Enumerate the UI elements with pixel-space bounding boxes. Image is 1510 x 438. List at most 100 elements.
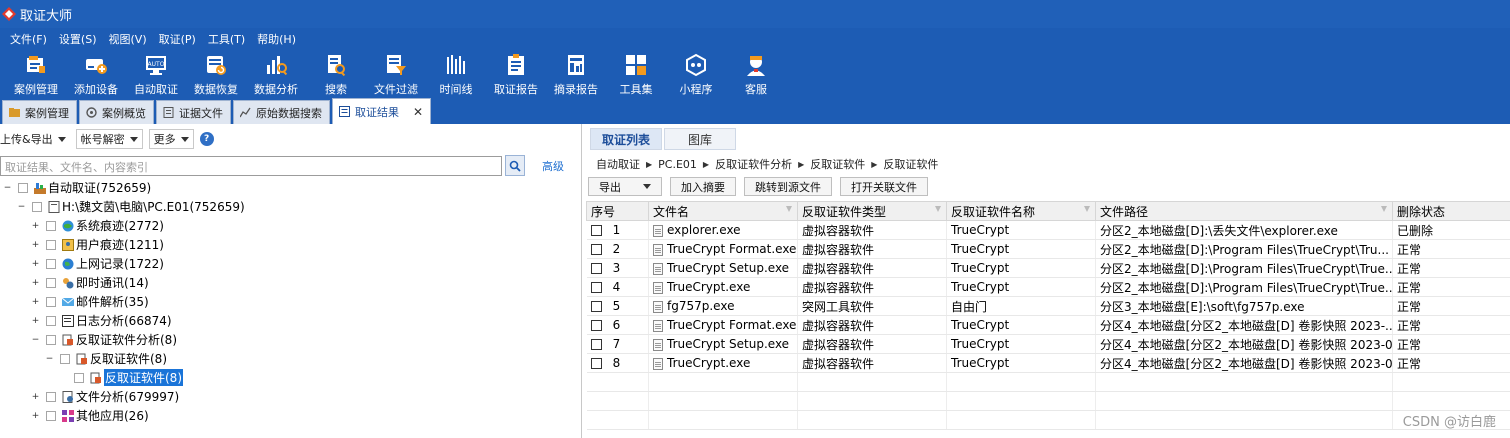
add-summary-button[interactable]: 加入摘要 xyxy=(670,177,736,196)
tab-case-overview[interactable]: 案例概览 xyxy=(79,100,154,124)
menu-help[interactable]: 帮助(H) xyxy=(251,31,302,47)
auto-forensics-button[interactable]: AUTO 自动取证 xyxy=(126,50,186,98)
table-row[interactable]: 1 explorer.exe 虚拟容器软件 TrueCrypt 分区2_本地磁盘… xyxy=(586,220,1510,240)
menu-file[interactable]: 文件(F) xyxy=(4,31,53,47)
row-checkbox[interactable] xyxy=(590,320,602,331)
customer-service-button[interactable]: 客服 xyxy=(726,50,786,98)
column-header-delete-status[interactable]: 删除状态 xyxy=(1392,201,1510,221)
breadcrumb-item[interactable]: 反取证软件分析 xyxy=(715,156,792,172)
column-header-file-path[interactable]: 文件路径 xyxy=(1095,201,1393,221)
row-checkbox[interactable] xyxy=(590,301,602,312)
account-decrypt-dropdown[interactable]: 帐号解密 xyxy=(75,129,143,149)
menu-forensics[interactable]: 取证(P) xyxy=(153,31,202,47)
search-input[interactable]: 取证结果、文件名、内容索引 xyxy=(0,156,502,176)
tab-forensic-list[interactable]: 取证列表 xyxy=(590,128,662,150)
expand-icon[interactable]: + xyxy=(31,316,40,325)
advanced-search-link[interactable]: 高级 xyxy=(542,158,564,174)
table-row[interactable]: 7 TrueCrypt Setup.exe 虚拟容器软件 TrueCrypt 分… xyxy=(586,334,1510,354)
expand-icon[interactable]: + xyxy=(31,411,40,420)
tree-checkbox[interactable] xyxy=(18,182,28,193)
expand-icon[interactable]: + xyxy=(31,259,40,268)
table-row[interactable]: 5 fg757p.exe 突网工具软件 自由门 分区3_本地磁盘[E]:\sof… xyxy=(586,296,1510,316)
tree-node-log-analysis[interactable]: + 日志分析(66874) xyxy=(31,311,172,330)
data-recovery-button[interactable]: 数据恢复 xyxy=(186,50,246,98)
menu-view[interactable]: 视图(V) xyxy=(103,31,153,47)
add-device-button[interactable]: 添加设备 xyxy=(66,50,126,98)
tab-case-management[interactable]: 案例管理 xyxy=(2,100,77,124)
export-dropdown[interactable]: 导出 xyxy=(588,177,662,196)
tree-checkbox[interactable] xyxy=(60,353,70,364)
search-button[interactable] xyxy=(505,155,525,176)
expand-icon[interactable]: + xyxy=(31,240,40,249)
collapse-icon[interactable]: − xyxy=(45,354,54,363)
tree-node-anti-forensics-software-leaf[interactable]: 反取证软件(8) xyxy=(59,368,183,387)
file-filter-button[interactable]: 文件过滤 xyxy=(366,50,426,98)
column-header-software-type[interactable]: 反取证软件类型 xyxy=(797,201,947,221)
tree-checkbox[interactable] xyxy=(46,391,56,402)
tree-checkbox[interactable] xyxy=(32,201,42,212)
expand-icon[interactable]: + xyxy=(31,278,40,287)
table-row[interactable]: 6 TrueCrypt Format.exe 虚拟容器软件 TrueCrypt … xyxy=(586,315,1510,335)
expand-icon[interactable]: + xyxy=(31,392,40,401)
table-row[interactable]: 8 TrueCrypt.exe 虚拟容器软件 TrueCrypt 分区4_本地磁… xyxy=(586,353,1510,373)
tab-evidence-files[interactable]: 证据文件 xyxy=(156,100,231,124)
tab-raw-data-search[interactable]: 原始数据搜索 xyxy=(233,100,330,124)
open-related-file-button[interactable]: 打开关联文件 xyxy=(840,177,928,196)
close-tab-icon[interactable]: ✕ xyxy=(413,105,423,119)
tree-checkbox[interactable] xyxy=(46,296,56,307)
row-checkbox[interactable] xyxy=(590,339,602,350)
table-row[interactable]: 4 TrueCrypt.exe 虚拟容器软件 TrueCrypt 分区2_本地磁… xyxy=(586,277,1510,297)
tree-node-auto-forensics[interactable]: − 自动取证(752659) xyxy=(3,178,151,197)
breadcrumb-item[interactable]: 反取证软件 xyxy=(883,156,938,172)
tree-node-pc-e01[interactable]: − H:\魏文茵\电脑\PC.E01(752659) xyxy=(17,197,245,216)
tree-checkbox[interactable] xyxy=(46,277,56,288)
data-analysis-button[interactable]: 数据分析 xyxy=(246,50,306,98)
tree-checkbox[interactable] xyxy=(46,220,56,231)
tab-gallery[interactable]: 图库 xyxy=(664,128,736,150)
search-button[interactable]: 搜索 xyxy=(306,50,366,98)
row-checkbox[interactable] xyxy=(590,244,602,255)
tree-node-internet-records[interactable]: + 上网记录(1722) xyxy=(31,254,164,273)
upload-export-dropdown[interactable]: 上传&导出 xyxy=(0,129,70,149)
tree-node-other-apps[interactable]: + 其他应用(26) xyxy=(31,406,149,425)
tree-checkbox[interactable] xyxy=(46,239,56,250)
forensic-report-button[interactable]: 取证报告 xyxy=(486,50,546,98)
breadcrumb-item[interactable]: 自动取证 xyxy=(596,156,640,172)
menu-tools[interactable]: 工具(T) xyxy=(202,31,251,47)
tree-node-anti-forensics-analysis[interactable]: − 反取证软件分析(8) xyxy=(31,330,177,349)
filter-icon[interactable] xyxy=(1084,206,1090,212)
column-header-index[interactable]: 序号 xyxy=(586,201,649,221)
expand-icon[interactable]: + xyxy=(31,221,40,230)
row-checkbox[interactable] xyxy=(590,263,602,274)
expand-icon[interactable]: + xyxy=(31,297,40,306)
breadcrumb-item[interactable]: PC.E01 xyxy=(658,158,697,171)
filter-icon[interactable] xyxy=(786,206,792,212)
filter-icon[interactable] xyxy=(935,206,941,212)
tree-checkbox[interactable] xyxy=(46,258,56,269)
tree-node-user-traces[interactable]: + 用户痕迹(1211) xyxy=(31,235,164,254)
column-header-file-name[interactable]: 文件名 xyxy=(648,201,798,221)
menu-settings[interactable]: 设置(S) xyxy=(53,31,103,47)
mini-program-button[interactable]: 小程序 xyxy=(666,50,726,98)
table-row[interactable]: 3 TrueCrypt Setup.exe 虚拟容器软件 TrueCrypt 分… xyxy=(586,258,1510,278)
tree-checkbox[interactable] xyxy=(46,334,56,345)
breadcrumb-item[interactable]: 反取证软件 xyxy=(810,156,865,172)
more-dropdown[interactable]: 更多 xyxy=(148,129,194,149)
table-row[interactable]: 2 TrueCrypt Format.exe 虚拟容器软件 TrueCrypt … xyxy=(586,239,1510,259)
tree-checkbox[interactable] xyxy=(46,315,56,326)
row-checkbox[interactable] xyxy=(590,358,602,369)
collapse-icon[interactable]: − xyxy=(17,202,26,211)
collapse-icon[interactable]: − xyxy=(31,335,40,344)
case-management-button[interactable]: 案例管理 xyxy=(6,50,66,98)
row-checkbox[interactable] xyxy=(590,225,602,236)
timeline-button[interactable]: 时间线 xyxy=(426,50,486,98)
tree-node-file-analysis[interactable]: + 文件分析(679997) xyxy=(31,387,179,406)
collapse-icon[interactable]: − xyxy=(3,183,12,192)
tree-checkbox[interactable] xyxy=(46,410,56,421)
tree-node-instant-messaging[interactable]: + 即时通讯(14) xyxy=(31,273,149,292)
jump-to-source-button[interactable]: 跳转到源文件 xyxy=(744,177,832,196)
column-header-software-name[interactable]: 反取证软件名称 xyxy=(946,201,1096,221)
tree-node-email-parsing[interactable]: + 邮件解析(35) xyxy=(31,292,149,311)
filter-icon[interactable] xyxy=(1381,206,1387,212)
tree-node-system-traces[interactable]: + 系统痕迹(2772) xyxy=(31,216,164,235)
